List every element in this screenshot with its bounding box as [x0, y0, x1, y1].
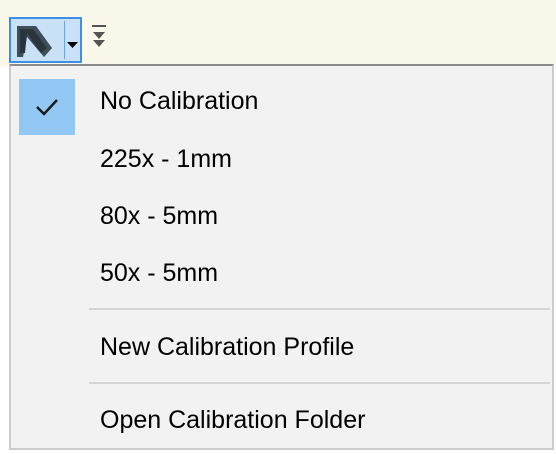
menu-item-label: 50x - 5mm	[100, 259, 219, 287]
menu-item-label: 80x - 5mm	[100, 202, 219, 230]
menu-item-open-calibration-folder[interactable]: Open Calibration Folder	[11, 391, 552, 449]
menu-item-label: New Calibration Profile	[100, 333, 355, 361]
checkmark-icon	[36, 99, 58, 116]
menu-item-225x-1mm[interactable]: 225x - 1mm	[11, 130, 552, 188]
menu-item-no-calibration[interactable]: No Calibration	[11, 72, 552, 135]
overflow-chevron-icon[interactable]	[90, 24, 108, 54]
menu-item-label: No Calibration	[100, 87, 259, 115]
menu-separator	[89, 382, 550, 384]
dropdown-arrow-icon[interactable]	[66, 36, 79, 48]
calibration-tool-icon	[14, 22, 60, 59]
checked-highlight	[19, 79, 75, 135]
menu-item-label: Open Calibration Folder	[100, 406, 366, 434]
menu-item-new-calibration-profile[interactable]: New Calibration Profile	[11, 318, 552, 376]
menu-item-50x-5mm[interactable]: 50x - 5mm	[11, 244, 552, 302]
menu-item-80x-5mm[interactable]: 80x - 5mm	[11, 187, 552, 245]
toolbar	[0, 0, 556, 67]
menu-item-label: 225x - 1mm	[100, 145, 232, 173]
calibration-dropdown-menu: No Calibration 225x - 1mm 80x - 5mm 50x …	[9, 64, 554, 450]
menu-separator	[89, 308, 550, 310]
split-divider	[64, 21, 65, 59]
calibration-split-button[interactable]	[9, 17, 82, 63]
